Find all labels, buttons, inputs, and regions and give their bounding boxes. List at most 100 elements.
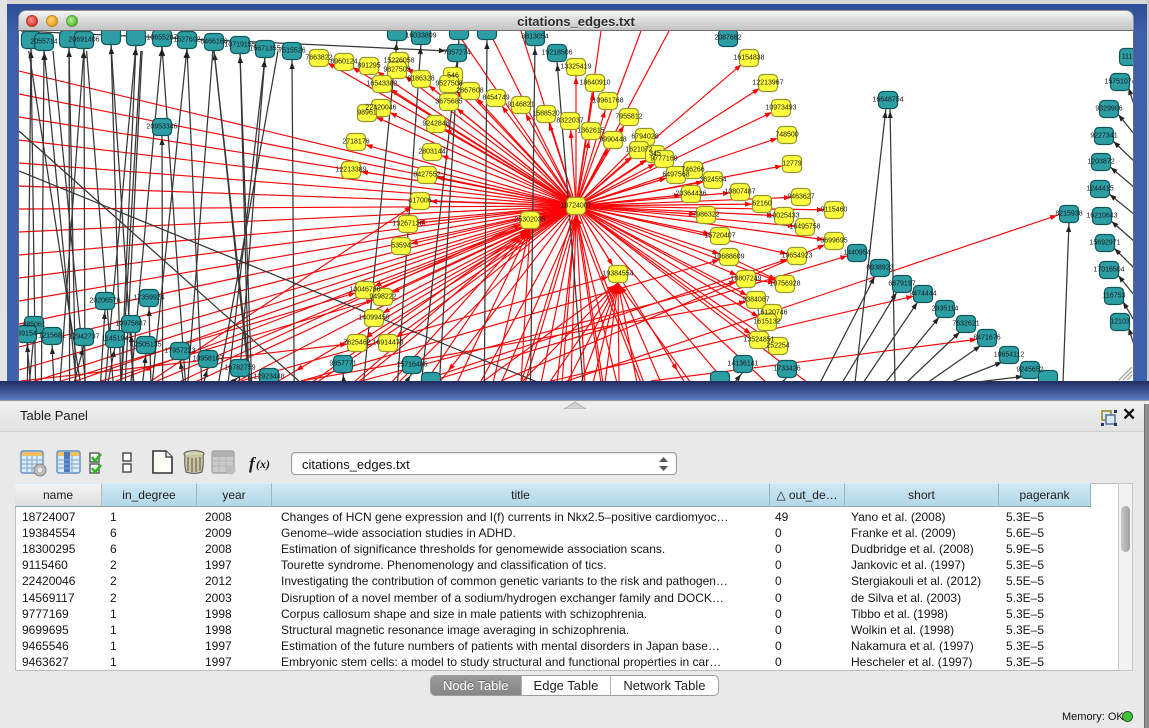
svg-text:8960124: 8960124 <box>330 59 357 66</box>
svg-text:9146821: 9146821 <box>507 102 534 109</box>
svg-text:1615132: 1615132 <box>753 319 780 326</box>
svg-text:9527508: 9527508 <box>435 81 462 88</box>
svg-text:18640910: 18640910 <box>579 80 610 87</box>
svg-text:9463627: 9463627 <box>787 194 814 201</box>
svg-text:2867608: 2867608 <box>456 88 483 95</box>
svg-text:12505135: 12505135 <box>130 342 161 349</box>
svg-text:3675685: 3675685 <box>435 99 462 106</box>
svg-text:10958107: 10958107 <box>192 356 223 363</box>
svg-text:19218506: 19218506 <box>541 50 572 57</box>
svg-text:746266: 746266 <box>681 167 704 174</box>
svg-text:9777169: 9777169 <box>650 156 677 163</box>
svg-text:9384067: 9384067 <box>742 297 769 304</box>
svg-text:15716485: 15716485 <box>396 362 427 369</box>
svg-text:1244415: 1244415 <box>1086 186 1113 193</box>
svg-text:7663822: 7663822 <box>305 55 332 62</box>
svg-text:8471676: 8471676 <box>973 335 1000 342</box>
svg-text:16543382: 16543382 <box>366 81 397 88</box>
svg-text:16671355: 16671355 <box>249 46 280 53</box>
svg-text:252254: 252254 <box>766 343 789 350</box>
svg-text:98961: 98961 <box>357 110 377 117</box>
svg-text:10807487: 10807487 <box>724 189 755 196</box>
svg-text:16495758: 16495758 <box>789 224 820 231</box>
svg-text:15692971: 15692971 <box>1089 240 1120 247</box>
svg-text:1527602: 1527602 <box>173 37 200 44</box>
svg-text:8215938: 8215938 <box>1055 211 1082 218</box>
svg-text:417006: 417006 <box>408 198 431 205</box>
svg-text:9115460: 9115460 <box>821 207 848 214</box>
svg-text:10688609: 10688609 <box>713 254 744 261</box>
svg-text:10975887: 10975887 <box>115 321 146 328</box>
svg-text:9857771: 9857771 <box>329 361 356 368</box>
svg-text:891295: 891295 <box>357 63 380 70</box>
svg-text:12103: 12103 <box>1110 319 1130 326</box>
svg-text:1112: 1112 <box>1122 54 1134 61</box>
svg-text:9242848: 9242848 <box>422 121 449 128</box>
svg-text:14136141: 14136141 <box>727 361 758 368</box>
svg-text:25302035: 25302035 <box>514 217 545 224</box>
svg-text:10973493: 10973493 <box>765 105 796 112</box>
svg-text:53594: 53594 <box>391 243 411 250</box>
svg-text:9227341: 9227341 <box>1090 133 1117 140</box>
svg-text:1145194: 1145194 <box>102 336 129 343</box>
svg-text:1733426: 1733426 <box>773 366 800 373</box>
svg-text:7955812: 7955812 <box>615 114 642 121</box>
svg-text:9245652: 9245652 <box>1016 367 1043 374</box>
svg-text:8322037: 8322037 <box>556 118 583 125</box>
svg-text:19384554: 19384554 <box>602 271 633 278</box>
svg-text:19654923: 19654923 <box>781 253 812 260</box>
svg-text:2087682: 2087682 <box>714 35 741 42</box>
svg-text:16782759: 16782759 <box>224 365 255 372</box>
svg-text:16033809: 16033809 <box>405 33 436 40</box>
svg-text:485061: 485061 <box>22 322 45 329</box>
svg-text:20691406: 20691406 <box>68 37 99 44</box>
svg-text:14099459: 14099459 <box>358 315 389 322</box>
svg-text:9498222: 9498222 <box>369 294 396 301</box>
svg-text:2718176: 2718176 <box>342 139 369 146</box>
svg-text:1215681: 1215681 <box>38 333 65 340</box>
svg-text:7632621: 7632621 <box>952 321 979 328</box>
svg-text:12942737: 12942737 <box>68 334 99 341</box>
svg-text:9990448: 9990448 <box>599 137 626 144</box>
svg-text:20953346: 20953346 <box>146 124 177 131</box>
svg-text:10046786: 10046786 <box>349 287 380 294</box>
svg-text:39154: 39154 <box>19 331 37 338</box>
svg-text:15226058: 15226058 <box>383 58 414 65</box>
svg-text:62160: 62160 <box>752 201 772 208</box>
svg-text:7515526: 7515526 <box>278 48 305 55</box>
svg-text:17016504: 17016504 <box>1093 267 1124 274</box>
svg-text:13325419: 13325419 <box>560 64 591 71</box>
svg-text:2935114: 2935114 <box>932 306 959 313</box>
svg-text:9329906: 9329906 <box>1095 106 1122 113</box>
svg-text:17359924: 17359924 <box>133 295 164 302</box>
svg-text:16914479: 16914479 <box>372 340 403 347</box>
svg-text:546: 546 <box>447 73 459 80</box>
svg-text:15751074: 15751074 <box>1104 79 1134 86</box>
svg-text:20206576: 20206576 <box>89 298 120 305</box>
svg-text:1362615: 1362615 <box>577 128 604 135</box>
svg-text:2055714: 2055714 <box>30 39 57 46</box>
svg-text:7625462: 7625462 <box>343 340 370 347</box>
svg-text:12779: 12779 <box>782 161 802 168</box>
svg-text:20364436: 20364436 <box>675 191 706 198</box>
svg-text:8186328: 8186328 <box>407 76 434 83</box>
svg-text:10756928: 10756928 <box>769 281 800 288</box>
svg-text:7986322: 7986322 <box>692 212 719 219</box>
svg-text:2803144: 2803144 <box>418 149 445 156</box>
svg-text:12923448: 12923448 <box>253 374 284 381</box>
svg-text:12213389: 12213389 <box>335 167 366 174</box>
svg-text:12213967: 12213967 <box>752 80 783 87</box>
svg-text:16154838: 16154838 <box>733 55 764 62</box>
svg-text:748500: 748500 <box>775 132 798 139</box>
svg-text:15720407: 15720407 <box>704 233 735 240</box>
svg-text:16120746: 16120746 <box>756 310 787 317</box>
svg-text:6794028: 6794028 <box>631 134 658 141</box>
svg-text:9699695: 9699695 <box>820 238 847 245</box>
svg-text:1440954: 1440954 <box>843 250 870 257</box>
svg-text:1588520: 1588520 <box>532 111 559 118</box>
svg-text:8454749: 8454749 <box>482 95 509 102</box>
svg-text:6879197: 6879197 <box>888 281 915 288</box>
svg-text:116753: 116753 <box>1103 293 1126 300</box>
svg-text:16210643: 16210643 <box>1086 213 1117 220</box>
svg-text:7357274: 7357274 <box>443 50 470 57</box>
